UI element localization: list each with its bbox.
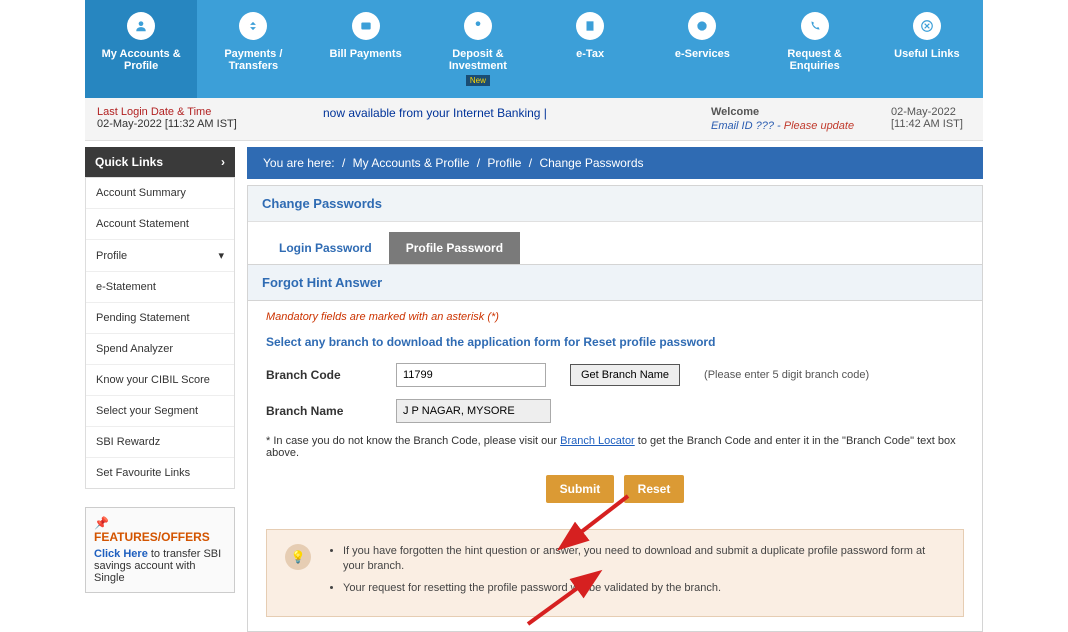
nav-bill-payments[interactable]: Bill Payments [310,0,422,98]
links-icon [913,12,941,40]
info-bar: Last Login Date & Time 02-May-2022 [11:3… [85,98,983,141]
breadcrumb-profile[interactable]: Profile [487,156,521,170]
info-box: 💡 If you have forgotten the hint questio… [266,529,964,617]
bill-icon [352,12,380,40]
branch-name-label: Branch Name [266,404,396,418]
ql-favourite-links[interactable]: Set Favourite Links [86,458,234,488]
quicklinks-header[interactable]: Quick Links › [85,147,235,177]
section-title: Forgot Hint Answer [248,264,982,301]
marquee-text: now available from your Internet Banking… [315,98,703,140]
get-branch-name-button[interactable]: Get Branch Name [570,364,680,386]
tax-icon [576,12,604,40]
pin-icon: 📌 [94,516,109,530]
branch-code-hint: (Please enter 5 digit branch code) [704,369,869,381]
breadcrumb-accounts[interactable]: My Accounts & Profile [353,156,470,170]
ql-profile[interactable]: Profile▾ [86,240,234,272]
ql-sbi-rewardz[interactable]: SBI Rewardz [86,427,234,458]
ql-account-statement[interactable]: Account Statement [86,209,234,240]
caret-down-icon: ▾ [218,249,224,262]
panel-title: Change Passwords [248,186,982,222]
branch-name-input [396,399,551,423]
lightbulb-icon: 💡 [285,544,311,570]
services-icon [688,12,716,40]
ql-spend-analyzer[interactable]: Spend Analyzer [86,334,234,365]
tab-login-password[interactable]: Login Password [262,232,389,264]
ql-pending-statement[interactable]: Pending Statement [86,303,234,334]
nav-deposit[interactable]: Deposit & Investment New [422,0,534,98]
ql-estatement[interactable]: e-Statement [86,272,234,303]
branch-code-label: Branch Code [266,368,396,382]
reset-button[interactable]: Reset [624,475,685,503]
branch-locator-link[interactable]: Branch Locator [560,435,635,447]
nav-useful-links[interactable]: Useful Links [871,0,983,98]
nav-eservices[interactable]: e-Services [646,0,758,98]
new-badge: New [466,75,490,86]
breadcrumb-change-passwords: Change Passwords [539,156,643,170]
submit-button[interactable]: Submit [546,475,615,503]
ql-cibil-score[interactable]: Know your CIBIL Score [86,365,234,396]
change-passwords-panel: Change Passwords Login Password Profile … [247,185,983,632]
phone-icon [801,12,829,40]
nav-payments[interactable]: Payments / Transfers [197,0,309,98]
person-icon [127,12,155,40]
info-item-2: Your request for resetting the profile p… [343,581,945,596]
last-login-block: Last Login Date & Time 02-May-2022 [11:3… [85,98,315,140]
nav-etax[interactable]: e-Tax [534,0,646,98]
welcome-block: Welcome Email ID ??? - Please update [703,98,883,140]
info-item-1: If you have forgotten the hint question … [343,544,945,575]
current-time-block: 02-May-2022 [11:42 AM IST] [883,98,983,140]
password-tabs: Login Password Profile Password [248,222,982,264]
ql-select-segment[interactable]: Select your Segment [86,396,234,427]
features-offers-box: 📌 FEATURES/OFFERS Click Here to transfer… [85,507,235,593]
branch-code-input[interactable] [396,363,546,387]
mandatory-note: Mandatory fields are marked with an aste… [266,311,964,323]
tab-profile-password[interactable]: Profile Password [389,232,520,264]
breadcrumb: You are here: / My Accounts & Profile / … [247,147,983,179]
deposit-icon [464,12,492,40]
select-branch-heading: Select any branch to download the applic… [266,335,964,349]
quicklinks-list: Account Summary Account Statement Profil… [85,177,235,489]
nav-my-accounts[interactable]: My Accounts & Profile [85,0,197,98]
ql-account-summary[interactable]: Account Summary [86,178,234,209]
top-navigation: My Accounts & Profile Payments / Transfe… [85,0,983,98]
nav-request[interactable]: Request & Enquiries [759,0,871,98]
chevron-right-icon: › [221,155,225,169]
branch-locator-note: * In case you do not know the Branch Cod… [266,435,964,459]
transfer-icon [239,12,267,40]
click-here-link[interactable]: Click Here [94,548,148,560]
